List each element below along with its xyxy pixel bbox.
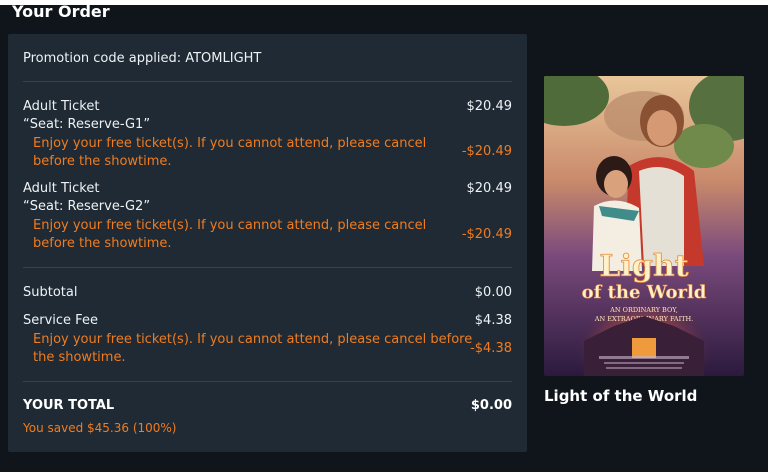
subtotal-value: $0.00 bbox=[474, 285, 512, 300]
total-value: $0.00 bbox=[470, 398, 512, 413]
ticket-price: $20.49 bbox=[466, 99, 513, 114]
ticket-discount: -$20.49 bbox=[461, 144, 512, 159]
free-ticket-notice: Enjoy your free ticket(s). If you cannot… bbox=[33, 332, 473, 365]
ticket-discount: -$20.49 bbox=[461, 227, 512, 242]
service-fee-label: Service Fee bbox=[23, 313, 98, 328]
poster-tagline-1: AN ORDINARY BOY, bbox=[609, 306, 678, 314]
ticket-label: Adult Ticket bbox=[23, 99, 100, 114]
savings-text: You saved $45.36 (100%) bbox=[23, 421, 177, 435]
subtotal-label: Subtotal bbox=[23, 285, 78, 300]
free-ticket-notice: Enjoy your free ticket(s). If you cannot… bbox=[33, 136, 427, 169]
divider bbox=[23, 267, 512, 268]
movie-poster[interactable]: Light of the World AN ORDINARY BOY, AN E… bbox=[544, 76, 744, 376]
ticket-seat: “Seat: Reserve-G2” bbox=[23, 199, 151, 214]
divider bbox=[23, 381, 512, 382]
service-fee-value: $4.38 bbox=[474, 313, 512, 328]
service-fee-discount: -$4.38 bbox=[470, 341, 512, 356]
poster-title-line1: Light bbox=[599, 249, 688, 284]
ticket-label: Adult Ticket bbox=[23, 181, 100, 196]
top-bar bbox=[0, 0, 768, 5]
order-summary-panel: Promotion code applied: ATOMLIGHT Adult … bbox=[8, 34, 527, 452]
free-ticket-notice: Enjoy your free ticket(s). If you cannot… bbox=[33, 218, 427, 251]
poster-illustration: Light of the World AN ORDINARY BOY, AN E… bbox=[544, 76, 744, 376]
divider bbox=[23, 81, 512, 82]
poster-title-line2: of the World bbox=[582, 282, 707, 303]
promotion-code-text: Promotion code applied: ATOMLIGHT bbox=[23, 51, 262, 66]
ticket-price: $20.49 bbox=[466, 181, 513, 196]
ticket-seat: “Seat: Reserve-G1” bbox=[23, 117, 151, 132]
movie-title[interactable]: Light of the World bbox=[544, 387, 697, 405]
page-title: Your Order bbox=[12, 2, 110, 21]
total-label: YOUR TOTAL bbox=[23, 398, 115, 413]
